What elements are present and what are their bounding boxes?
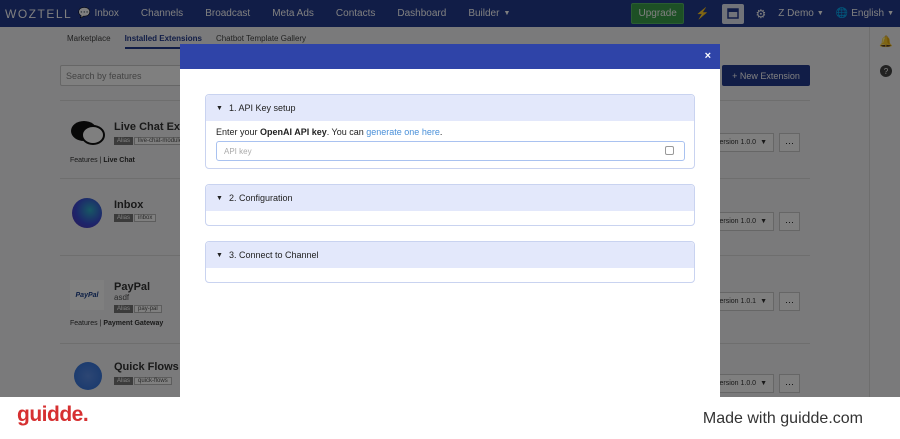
key-manager-icon[interactable] [665, 146, 674, 155]
caret-down-icon: ▼ [216, 194, 223, 202]
api-key-setup-body: Enter your OpenAI API key. You can gener… [206, 121, 694, 167]
api-key-setup-header[interactable]: ▼ 1. API Key setup [206, 95, 694, 121]
close-icon[interactable]: × [705, 50, 711, 62]
api-key-input[interactable]: API key [216, 141, 685, 161]
api-key-setup-section: ▼ 1. API Key setup Enter your OpenAI API… [205, 94, 695, 169]
connect-to-channel-header[interactable]: ▼ 3. Connect to Channel [206, 242, 694, 268]
configuration-header[interactable]: ▼ 2. Configuration [206, 185, 694, 211]
made-with-text: Made with guidde.com [702, 410, 863, 427]
extension-setup-modal: × ▼ 1. API Key setup Enter your OpenAI A… [180, 44, 720, 397]
connect-to-channel-section: ▼ 3. Connect to Channel [205, 241, 695, 283]
guidde-logo: guidde. [17, 403, 89, 426]
generate-key-link[interactable]: generate one here [366, 127, 440, 137]
modal-header: × [180, 44, 720, 69]
caret-down-icon: ▼ [216, 104, 223, 112]
configuration-section: ▼ 2. Configuration [205, 184, 695, 226]
caret-down-icon: ▼ [216, 251, 223, 259]
api-key-instructions: Enter your OpenAI API key. You can gener… [216, 127, 443, 137]
guidde-footer: guidde. Made with guidde.com [0, 397, 900, 439]
